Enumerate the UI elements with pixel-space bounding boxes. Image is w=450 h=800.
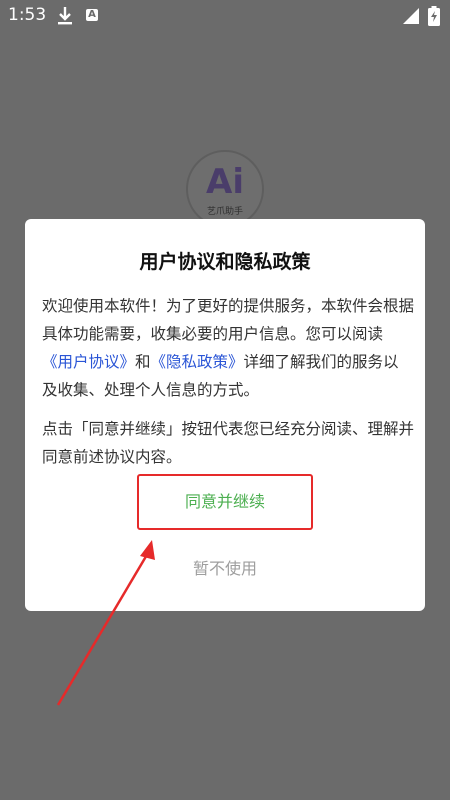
dialog-title: 用户协议和隐私政策 bbox=[139, 251, 311, 273]
signal-icon bbox=[403, 8, 419, 24]
notification-a-icon: A bbox=[86, 9, 98, 21]
intro-text-b: 和 bbox=[135, 353, 151, 371]
logo-caption: 艺爪助手 bbox=[206, 207, 243, 217]
intro-text-a: 欢迎使用本软件！为了更好的提供服务，本软件会根据具体功能需要，收集必要的用户信息… bbox=[42, 297, 415, 343]
status-time: 1:53 bbox=[8, 5, 47, 25]
user-agreement-link[interactable]: 《用户协议》 bbox=[42, 353, 135, 371]
download-icon bbox=[58, 7, 72, 25]
status-bar: 1:53 A bbox=[0, 0, 450, 32]
intro-paragraph: 欢迎使用本软件！为了更好的提供服务，本软件会根据具体功能需要，收集必要的用户信息… bbox=[42, 292, 414, 404]
agree-continue-button[interactable]: 同意并继续 bbox=[137, 474, 313, 530]
decline-button[interactable]: 暂不使用 bbox=[165, 555, 285, 583]
app-logo: Ai 艺爪助手 bbox=[186, 150, 264, 228]
privacy-dialog: 用户协议和隐私政策 欢迎使用本软件！为了更好的提供服务，本软件会根据具体功能需要… bbox=[25, 219, 425, 611]
consent-paragraph: 点击「同意并继续」按钮代表您已经充分阅读、理解并同意前述协议内容。 bbox=[42, 420, 415, 466]
battery-charging-icon bbox=[428, 6, 440, 26]
privacy-policy-link[interactable]: 《隐私政策》 bbox=[151, 353, 244, 371]
logo-mark: Ai bbox=[206, 162, 244, 202]
